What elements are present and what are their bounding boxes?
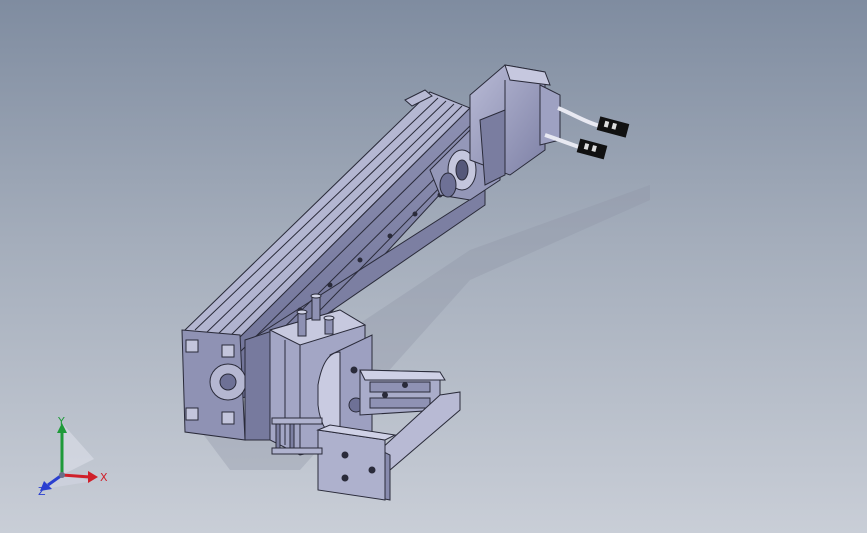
connector-plug-lower[interactable] — [576, 138, 608, 160]
triad-origin — [59, 472, 65, 478]
connector-plug-upper[interactable] — [596, 116, 630, 138]
triad-plane-xy — [62, 423, 94, 475]
graphics-viewport[interactable]: Y X Z — [0, 0, 867, 533]
triad-x-label: X — [100, 471, 108, 484]
motor-cable-upper — [557, 106, 601, 128]
triad-z-label: Z — [38, 485, 46, 495]
cad-model-linear-actuator[interactable] — [0, 0, 867, 533]
front-mounting-plate[interactable] — [316, 424, 397, 501]
servo-motor[interactable] — [469, 64, 561, 186]
rail-end-cap[interactable] — [181, 329, 276, 441]
coordinate-triad[interactable]: Y X Z — [30, 415, 120, 495]
triad-y-label: Y — [57, 415, 65, 428]
